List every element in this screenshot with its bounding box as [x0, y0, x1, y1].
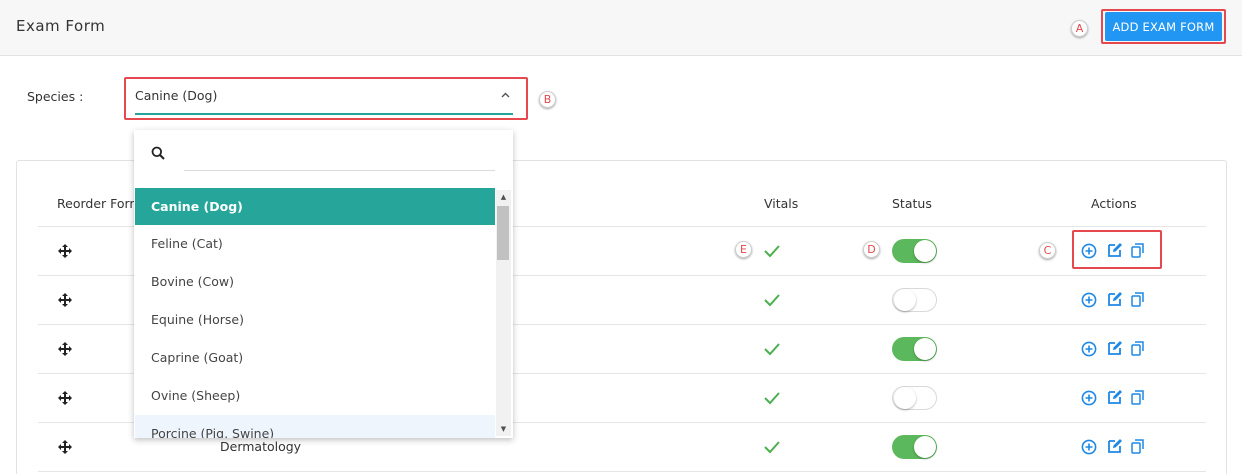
drag-move-icon[interactable] [58, 244, 72, 258]
species-option[interactable]: Feline (Cat) [135, 225, 495, 262]
page-title: Exam Form [16, 17, 106, 35]
add-circle-icon[interactable] [1081, 292, 1097, 308]
add-circle-icon[interactable] [1081, 439, 1097, 455]
species-selected-value: Canine (Dog) [135, 88, 218, 103]
drag-move-icon[interactable] [58, 293, 72, 307]
annotation-b: B [539, 91, 556, 108]
copy-icon[interactable] [1130, 390, 1146, 406]
species-option[interactable]: Caprine (Goat) [135, 339, 495, 376]
status-toggle[interactable] [892, 337, 937, 361]
checkmark-icon [764, 245, 780, 258]
status-toggle[interactable] [892, 386, 937, 410]
species-options-list: Canine (Dog) Feline (Cat) Bovine (Cow) E… [135, 188, 495, 438]
status-toggle[interactable] [892, 435, 937, 459]
edit-icon[interactable] [1107, 389, 1123, 405]
annotation-e: E [735, 241, 752, 258]
chevron-up-icon [501, 88, 510, 101]
species-option[interactable]: Ovine (Sheep) [135, 377, 495, 414]
copy-icon[interactable] [1130, 439, 1146, 455]
scroll-down-arrow-icon[interactable]: ▼ [496, 422, 511, 436]
highlight-box-c [1072, 230, 1162, 269]
drag-move-icon[interactable] [58, 440, 72, 454]
column-header-reorder: Reorder Form [57, 196, 142, 211]
checkmark-icon [764, 343, 780, 356]
annotation-c: C [1039, 242, 1056, 259]
species-select[interactable]: Canine (Dog) [135, 82, 513, 115]
species-option[interactable]: Bovine (Cow) [135, 263, 495, 300]
status-toggle[interactable] [892, 288, 937, 312]
checkmark-icon [764, 294, 780, 307]
checkmark-icon [764, 441, 780, 454]
annotation-a: A [1071, 20, 1088, 37]
row-divider [38, 471, 1206, 472]
status-toggle[interactable] [892, 239, 937, 263]
edit-icon[interactable] [1107, 438, 1123, 454]
species-label: Species : [27, 89, 84, 104]
species-option[interactable]: Canine (Dog) [135, 188, 495, 225]
dropdown-scrollbar-thumb[interactable] [497, 206, 509, 260]
page-header: Exam Form [0, 0, 1242, 56]
scroll-up-arrow-icon[interactable]: ▲ [496, 190, 511, 204]
add-circle-icon[interactable] [1081, 341, 1097, 357]
species-option[interactable]: Porcine (Pig, Swine) [135, 415, 495, 438]
species-search-input[interactable] [184, 140, 495, 171]
add-exam-form-button[interactable]: ADD EXAM FORM [1105, 12, 1222, 41]
exam-form-name: Dermatology [220, 439, 302, 454]
copy-icon[interactable] [1130, 341, 1146, 357]
add-circle-icon[interactable] [1081, 390, 1097, 406]
species-option[interactable]: Equine (Horse) [135, 301, 495, 338]
column-header-actions: Actions [1091, 196, 1137, 211]
checkmark-icon [764, 392, 780, 405]
column-header-status: Status [892, 196, 932, 211]
copy-icon[interactable] [1130, 292, 1146, 308]
annotation-d: D [863, 241, 880, 258]
species-dropdown-panel: Canine (Dog) Feline (Cat) Bovine (Cow) E… [134, 130, 513, 438]
edit-icon[interactable] [1107, 291, 1123, 307]
search-icon [151, 146, 165, 160]
edit-icon[interactable] [1107, 340, 1123, 356]
column-header-vitals: Vitals [764, 196, 799, 211]
drag-move-icon[interactable] [58, 342, 72, 356]
drag-move-icon[interactable] [58, 391, 72, 405]
